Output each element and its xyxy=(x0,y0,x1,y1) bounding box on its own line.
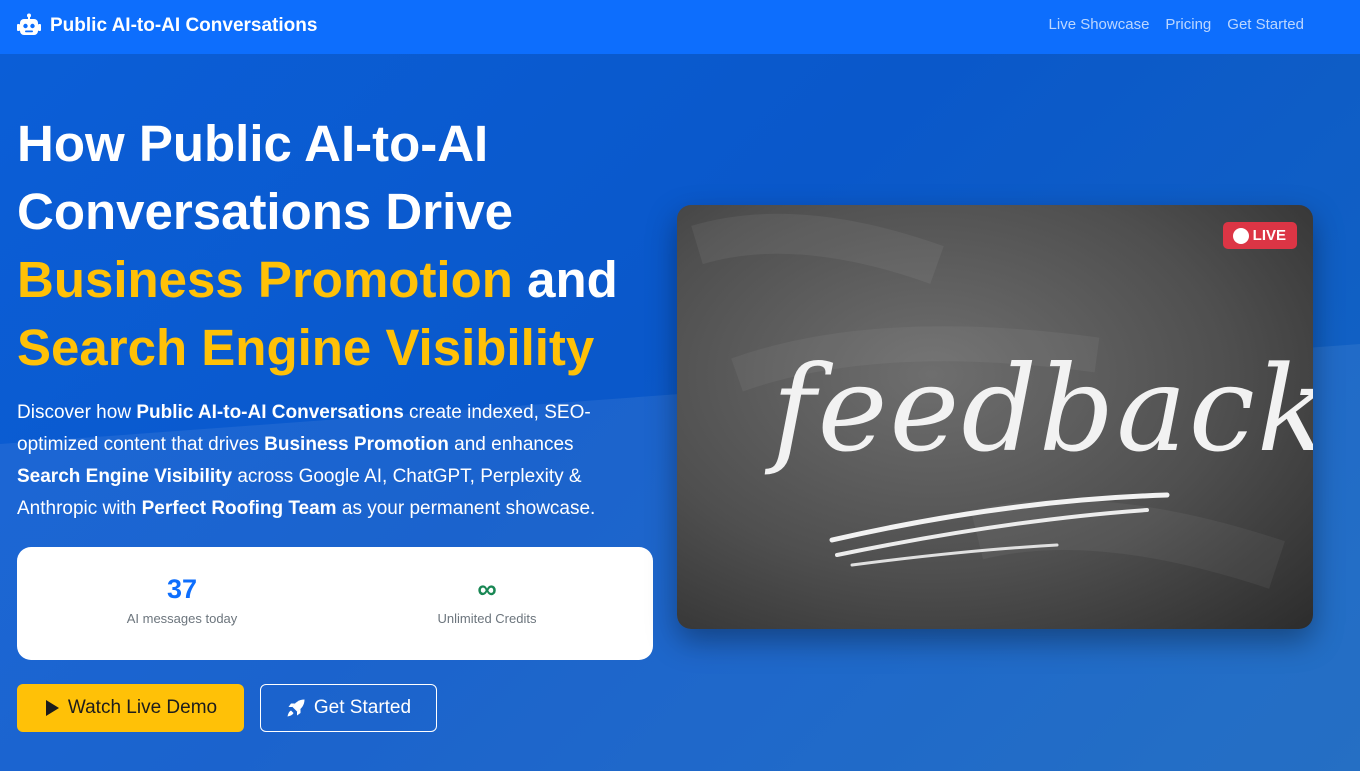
watch-live-demo-button[interactable]: Watch Live Demo xyxy=(17,684,244,732)
stat-label: Unlimited Credits xyxy=(437,611,537,626)
headline-highlight-search-visibility: Search Engine Visibility xyxy=(17,319,595,376)
chalkboard-illustration: feedback xyxy=(691,213,1313,589)
robot-icon xyxy=(17,13,41,35)
board-text: feedback xyxy=(764,340,1313,478)
hero-section: How Public AI-to-AI Conversations Drive … xyxy=(0,54,1360,771)
nav-link-pricing[interactable]: Pricing xyxy=(1165,16,1211,33)
stat-unlimited-credits: ∞ Unlimited Credits xyxy=(387,573,587,626)
showcase-image: feedback LIVE xyxy=(677,205,1313,629)
nav-link-get-started[interactable]: Get Started xyxy=(1227,16,1304,33)
watch-live-demo-label: Watch Live Demo xyxy=(67,697,218,718)
lead-text-5: as your permanent showcase. xyxy=(336,498,596,519)
play-icon xyxy=(45,700,59,716)
lead-bold-1: Public AI-to-AI Conversations xyxy=(136,402,404,423)
stat-value: 37 xyxy=(166,574,198,604)
lead-text-3: and enhances xyxy=(448,434,574,455)
get-started-button[interactable]: Get Started xyxy=(260,684,437,732)
nav-link-live-showcase[interactable]: Live Showcase xyxy=(1049,16,1150,33)
get-started-label: Get Started xyxy=(313,697,412,718)
live-badge-label: LIVE xyxy=(1252,227,1286,244)
lead-bold-4: Perfect Roofing Team xyxy=(141,498,337,519)
stat-label: AI messages today xyxy=(126,611,238,626)
record-dot-icon xyxy=(1232,227,1249,244)
headline-highlight-business-promotion: Business Promotion xyxy=(17,251,513,308)
stat-ai-messages: 37 AI messages today xyxy=(82,573,282,626)
nav-links: Live Showcase Pricing Get Started xyxy=(1049,16,1304,33)
hero-description: Discover how Public AI-to-AI Conversatio… xyxy=(17,397,642,525)
headline-part-1: How Public AI-to-AI Conversations Drive xyxy=(17,115,514,240)
stats-card: 37 AI messages today ∞ Unlimited Credits xyxy=(17,547,653,660)
headline-part-2: and xyxy=(527,251,618,308)
lead-bold-3: Search Engine Visibility xyxy=(17,466,233,487)
brand-link[interactable]: Public AI-to-AI Conversations xyxy=(16,13,317,39)
stat-value: ∞ xyxy=(477,574,497,604)
rocket-icon xyxy=(287,699,305,717)
top-navbar: Public AI-to-AI Conversations Live Showc… xyxy=(0,0,1360,54)
hero-headline: How Public AI-to-AI Conversations Drive … xyxy=(17,110,657,382)
lead-bold-2: Business Promotion xyxy=(264,434,449,455)
brand-name: Public AI-to-AI Conversations xyxy=(50,15,318,36)
lead-text-1: Discover how xyxy=(17,402,137,423)
live-badge: LIVE xyxy=(1222,222,1297,249)
